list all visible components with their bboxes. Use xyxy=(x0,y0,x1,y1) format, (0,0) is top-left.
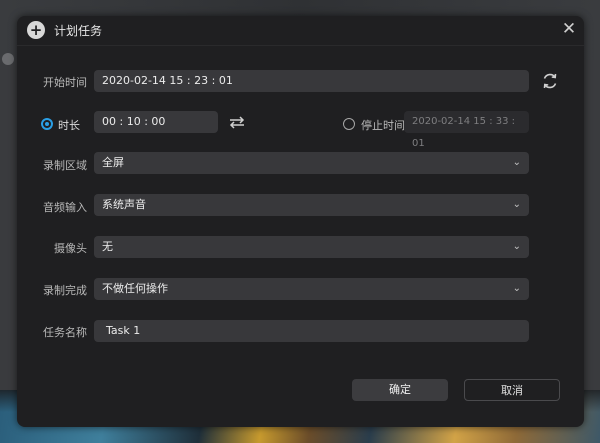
add-icon: + xyxy=(27,21,45,39)
background-close-icon xyxy=(2,53,14,65)
record-area-select[interactable]: 全屏 ⌄ xyxy=(94,152,529,174)
background-app-panel-left xyxy=(0,60,18,390)
camera-value: 无 xyxy=(102,240,113,253)
dialog-titlebar: + 计划任务 ✕ xyxy=(17,16,584,46)
camera-select[interactable]: 无 ⌄ xyxy=(94,236,529,258)
start-time-label: 开始时间 xyxy=(43,76,87,89)
chevron-down-icon: ⌄ xyxy=(512,199,521,210)
close-button[interactable]: ✕ xyxy=(559,19,579,39)
cancel-button[interactable]: 取消 xyxy=(464,379,560,401)
task-name-input[interactable]: Task 1 xyxy=(94,320,529,342)
audio-input-label: 音频输入 xyxy=(43,201,87,214)
duration-label: 时长 xyxy=(58,119,80,132)
background-app-panel-right xyxy=(584,60,600,390)
swap-icon[interactable] xyxy=(227,112,247,132)
camera-label: 摄像头 xyxy=(54,242,87,255)
start-time-field[interactable]: 2020-02-14 15 : 23 : 01 xyxy=(94,70,529,92)
chevron-down-icon: ⌄ xyxy=(512,157,521,168)
stop-time-field[interactable]: 2020-02-14 15 : 33 : 01 xyxy=(404,111,529,149)
on-complete-value: 不做任何操作 xyxy=(102,282,168,295)
on-complete-select[interactable]: 不做任何操作 ⌄ xyxy=(94,278,529,300)
chevron-down-icon: ⌄ xyxy=(512,241,521,252)
task-name-label: 任务名称 xyxy=(43,326,87,339)
dialog-title: 计划任务 xyxy=(54,24,103,38)
duration-radio[interactable] xyxy=(41,118,53,130)
confirm-button[interactable]: 确定 xyxy=(352,379,448,401)
stop-time-label: 停止时间 xyxy=(361,119,405,132)
audio-input-value: 系统声音 xyxy=(102,198,146,211)
refresh-icon[interactable] xyxy=(540,71,560,91)
audio-input-select[interactable]: 系统声音 ⌄ xyxy=(94,194,529,216)
record-area-value: 全屏 xyxy=(102,156,124,169)
record-area-label: 录制区域 xyxy=(43,159,87,172)
chevron-down-icon: ⌄ xyxy=(512,283,521,294)
duration-field[interactable]: 00 : 10 : 00 xyxy=(94,111,218,133)
stop-time-radio[interactable] xyxy=(343,118,355,130)
schedule-task-dialog: + 计划任务 ✕ 开始时间 2020-02-14 15 : 23 : 01 时长… xyxy=(17,16,584,427)
on-complete-label: 录制完成 xyxy=(43,284,87,297)
